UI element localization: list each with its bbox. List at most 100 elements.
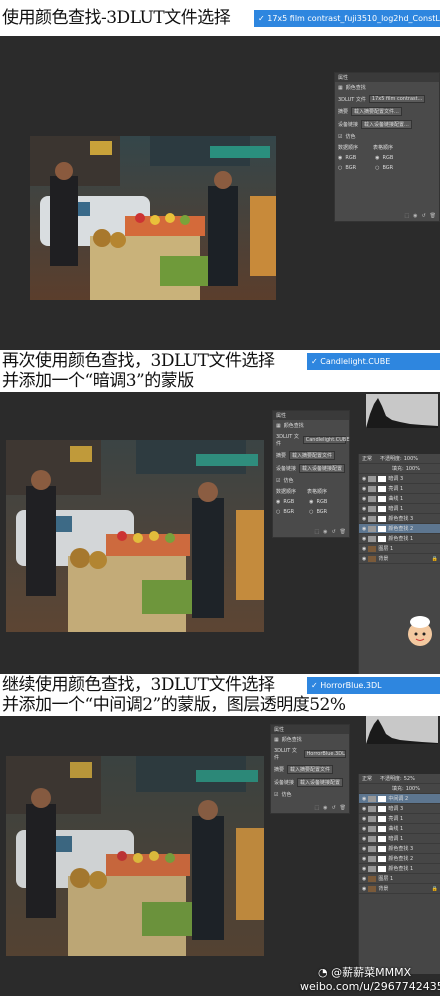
eye-icon[interactable]: ◉: [362, 556, 366, 562]
layer-row-selected[interactable]: ◉ 中间调 2: [359, 794, 440, 804]
eye-icon[interactable]: ◉: [362, 836, 366, 842]
clip-icon[interactable]: ⬚: [314, 529, 319, 535]
eye-icon[interactable]: ◉: [362, 856, 366, 862]
device-link-select[interactable]: 载入设备链接配置: [299, 464, 346, 473]
layer-row[interactable]: ◉ 暗调 1: [359, 834, 440, 844]
blend-row[interactable]: 正常 不透明度: 52%: [359, 774, 440, 784]
eye-icon[interactable]: ◉: [413, 213, 417, 219]
tab-properties[interactable]: 属性: [276, 412, 286, 419]
eye-icon[interactable]: ◉: [362, 516, 366, 522]
lut-row[interactable]: 3DLUT 文件 Candlelight.CUBE: [273, 431, 350, 449]
layer-row[interactable]: ◉ 暗调 3: [359, 804, 440, 814]
eye-icon[interactable]: ◉: [362, 536, 366, 542]
dither-checkbox[interactable]: ☑: [338, 134, 342, 140]
rgb-radio-2[interactable]: ◉: [309, 499, 313, 505]
fill-value[interactable]: 100%: [406, 786, 420, 792]
layer-row[interactable]: ◉ 颜色查找 3: [359, 844, 440, 854]
dither-row[interactable]: ☑ 仿色: [335, 131, 439, 142]
rgb-radio-2[interactable]: ◉: [375, 155, 379, 161]
abstract-select[interactable]: 载入摘要配置文件: [287, 765, 334, 774]
rgb-row[interactable]: ◉ RGB ◉ RGB: [273, 497, 349, 507]
abstract-select[interactable]: 载入摘要配置文件: [289, 451, 336, 460]
device-link-select[interactable]: 载入设备链接配置: [297, 778, 344, 787]
step2-properties-panel[interactable]: 属性 ▦ 颜色查找 3DLUT 文件 Candlelight.CUBE 摘要 载入摘要…: [272, 410, 350, 538]
lut-select[interactable]: 17x5 film contrast...: [368, 95, 426, 103]
dither-row[interactable]: ☑ 仿色: [271, 789, 349, 800]
layer-row[interactable]: ◉ 亮调 1: [359, 484, 440, 494]
fill-row[interactable]: 填充: 100%: [359, 464, 440, 474]
lut-row[interactable]: 3DLUT 文件 HorrorBlue.3DL: [271, 745, 349, 763]
tab-properties[interactable]: 属性: [274, 726, 284, 733]
device-link-row[interactable]: 设备链接 载入设备链接配置...: [335, 118, 439, 131]
eye-icon[interactable]: ◉: [323, 805, 327, 811]
trash-icon[interactable]: 🗑: [430, 213, 436, 219]
lut-select[interactable]: HorrorBlue.3DL: [303, 750, 346, 758]
trash-icon[interactable]: 🗑: [340, 805, 346, 811]
abstract-row[interactable]: 摘要 载入摘要配置文件...: [335, 105, 439, 118]
eye-icon[interactable]: ◉: [362, 886, 366, 892]
layer-row[interactable]: ◉ 曲线 1: [359, 824, 440, 834]
bgr-row[interactable]: ○ BGR ○ BGR: [273, 507, 349, 517]
clip-icon[interactable]: ⬚: [314, 805, 319, 811]
layer-row[interactable]: ◉ 背景 🔒: [359, 884, 440, 894]
lut-row[interactable]: 3DLUT 文件 17x5 film contrast...: [335, 93, 439, 105]
layer-row[interactable]: ◉ 亮调 1: [359, 814, 440, 824]
layer-row[interactable]: ◉ 颜色查找 1: [359, 534, 440, 544]
bgr-row[interactable]: ○ BGR ○ BGR: [335, 163, 439, 173]
eye-icon[interactable]: ◉: [323, 529, 327, 535]
dither-row[interactable]: ☑ 仿色: [273, 475, 349, 486]
eye-icon[interactable]: ◉: [362, 806, 366, 812]
abstract-row[interactable]: 摘要 载入摘要配置文件: [273, 449, 349, 462]
layer-row[interactable]: ◉ 暗调 1: [359, 504, 440, 514]
abstract-row[interactable]: 摘要 载入摘要配置文件: [271, 763, 349, 776]
bgr-radio[interactable]: ○: [276, 509, 280, 515]
step3-properties-panel[interactable]: 属性 ▦ 颜色查找 3DLUT 文件 HorrorBlue.3DL 摘要 载入摘要配置…: [270, 724, 350, 814]
lut-select[interactable]: Candlelight.CUBE: [302, 436, 350, 444]
rgb-radio[interactable]: ◉: [276, 499, 280, 505]
reset-icon[interactable]: ↺: [331, 805, 335, 811]
eye-icon[interactable]: ◉: [362, 846, 366, 852]
layer-row[interactable]: ◉ 曲线 1: [359, 494, 440, 504]
layer-row-selected[interactable]: ◉ 颜色查找 2: [359, 524, 440, 534]
eye-icon[interactable]: ◉: [362, 826, 366, 832]
layer-row[interactable]: ◉ 颜色查找 2: [359, 854, 440, 864]
bgr-radio-2[interactable]: ○: [375, 165, 379, 171]
layer-row[interactable]: ◉ 颜色查找 3: [359, 514, 440, 524]
rgb-radio[interactable]: ◉: [338, 155, 342, 161]
fill-value[interactable]: 100%: [406, 466, 420, 472]
eye-icon[interactable]: ◉: [362, 816, 366, 822]
eye-icon[interactable]: ◉: [362, 876, 366, 882]
opacity-value[interactable]: 100%: [404, 456, 418, 462]
bgr-radio[interactable]: ○: [338, 165, 342, 171]
blend-mode-select[interactable]: 正常: [362, 775, 372, 782]
bgr-radio-2[interactable]: ○: [309, 509, 313, 515]
layer-row[interactable]: ◉ 颜色查找 1: [359, 864, 440, 874]
layer-row[interactable]: ◉ 暗调 3: [359, 474, 440, 484]
device-link-select[interactable]: 载入设备链接配置...: [361, 120, 412, 129]
eye-icon[interactable]: ◉: [362, 546, 366, 552]
abstract-select[interactable]: 载入摘要配置文件...: [351, 107, 402, 116]
blend-mode-select[interactable]: 正常: [362, 455, 372, 462]
layer-row[interactable]: ◉ 背景 🔒: [359, 554, 440, 564]
eye-icon[interactable]: ◉: [362, 496, 366, 502]
blend-row[interactable]: 正常 不透明度: 100%: [359, 454, 440, 464]
eye-icon[interactable]: ◉: [362, 486, 366, 492]
step1-properties-panel[interactable]: 属性 ▦ 颜色查找 3DLUT 文件 17x5 film contrast... 摘…: [334, 72, 440, 222]
fill-row[interactable]: 填充: 100%: [359, 784, 440, 794]
eye-icon[interactable]: ◉: [362, 506, 366, 512]
rgb-row[interactable]: ◉ RGB ◉ RGB: [335, 153, 439, 163]
dither-checkbox[interactable]: ☑: [276, 478, 280, 484]
dither-checkbox[interactable]: ☑: [274, 792, 278, 798]
tab-properties[interactable]: 属性: [338, 74, 348, 81]
clip-icon[interactable]: ⬚: [404, 213, 409, 219]
layer-row[interactable]: ◉ 图层 1: [359, 874, 440, 884]
device-link-row[interactable]: 设备链接 载入设备链接配置: [271, 776, 349, 789]
eye-icon[interactable]: ◉: [362, 526, 366, 532]
step2-layers-panel[interactable]: 正常 不透明度: 100% 填充: 100% ◉ 暗调 3 ◉ 亮调 1 ◉ 曲线 1 ◉ 暗…: [358, 454, 440, 674]
layer-row[interactable]: ◉ 图层 1: [359, 544, 440, 554]
trash-icon[interactable]: 🗑: [340, 529, 346, 535]
eye-icon[interactable]: ◉: [362, 796, 366, 802]
eye-icon[interactable]: ◉: [362, 866, 366, 872]
device-link-row[interactable]: 设备链接 载入设备链接配置: [273, 462, 349, 475]
opacity-value[interactable]: 52%: [404, 776, 415, 782]
